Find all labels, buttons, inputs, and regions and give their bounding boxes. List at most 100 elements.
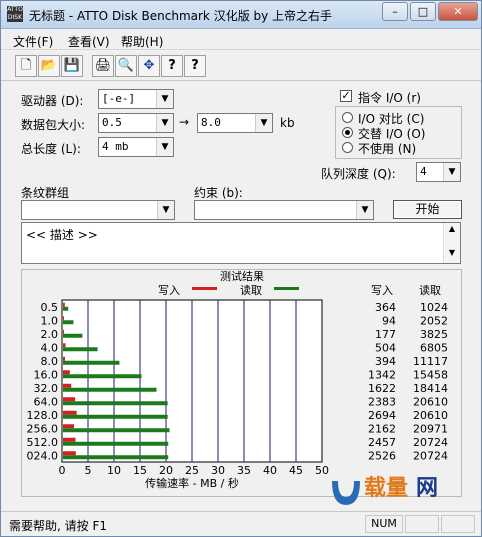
- y-tick-label: 32.0: [34, 382, 59, 395]
- x-tick-label: 50: [315, 464, 329, 477]
- drive-label: 驱动器 (D):: [21, 94, 84, 108]
- move-icon[interactable]: ✥: [138, 55, 160, 77]
- chevron-down-icon[interactable]: ▼: [157, 201, 174, 219]
- y-tick-label: 512.0: [27, 436, 59, 449]
- write-bar: [63, 437, 76, 442]
- total-length-label: 总长度 (L):: [21, 142, 81, 156]
- read-bar: [63, 455, 169, 460]
- y-tick-label: 64.0: [34, 395, 59, 408]
- write-value: 2457: [368, 436, 396, 449]
- write-value: 177: [375, 328, 396, 341]
- minimize-button[interactable]: –: [382, 2, 408, 21]
- print-preview-icon[interactable]: 🔍: [115, 55, 137, 77]
- read-bar: [63, 320, 74, 325]
- x-axis-label: 传输速率 - MB / 秒: [145, 476, 239, 490]
- chevron-down-icon[interactable]: ▼: [156, 138, 173, 156]
- y-tick-label: 16.0: [34, 368, 59, 381]
- print-icon[interactable]: 🖨: [92, 55, 114, 77]
- new-file-icon[interactable]: 🗋: [15, 55, 37, 77]
- menu-file[interactable]: 文件(F): [13, 33, 53, 50]
- read-value: 20610: [413, 409, 448, 422]
- write-bar: [63, 370, 70, 375]
- transfer-to-value: 8.0: [201, 116, 221, 129]
- chevron-down-icon[interactable]: ▼: [356, 201, 373, 219]
- drive-select[interactable]: [-e-] ▼: [98, 89, 174, 109]
- start-button[interactable]: 开始: [393, 200, 462, 219]
- y-tick-label: 1.0: [41, 314, 59, 327]
- constraint-select[interactable]: ▼: [194, 200, 374, 220]
- chevron-down-icon[interactable]: ▼: [443, 163, 460, 181]
- stripe-group-select[interactable]: ▼: [21, 200, 175, 220]
- y-tick-label: 256.0: [27, 422, 59, 435]
- read-bar: [63, 333, 83, 338]
- write-value: 2694: [368, 409, 396, 422]
- y-tick-label: 0.5: [41, 301, 59, 314]
- help-question-icon[interactable]: ?: [161, 55, 183, 77]
- chevron-down-icon[interactable]: ▼: [156, 114, 173, 132]
- x-tick-label: 35: [237, 464, 251, 477]
- read-bar: [63, 347, 98, 352]
- write-bar: [63, 410, 77, 415]
- write-bar: [63, 383, 72, 388]
- x-tick-label: 45: [289, 464, 303, 477]
- menu-bar: 文件(F) 查看(V) 帮助(H): [1, 30, 481, 50]
- write-bar: [63, 316, 64, 321]
- read-bar: [63, 401, 168, 406]
- x-tick-label: 30: [211, 464, 225, 477]
- x-tick-label: 40: [263, 464, 277, 477]
- read-value: 20724: [413, 436, 448, 449]
- io-overlap-radio[interactable]: [342, 127, 353, 138]
- queue-depth-value: 4: [420, 165, 427, 178]
- transfer-from-select[interactable]: 0.5 ▼: [98, 113, 174, 133]
- queue-depth-select[interactable]: 4 ▼: [416, 162, 461, 182]
- close-button[interactable]: ✕: [438, 2, 478, 21]
- x-tick-label: 15: [133, 464, 147, 477]
- total-length-select[interactable]: 4 mb ▼: [98, 137, 174, 157]
- results-panel: 测试结果 写入 读取 写入 读取 0 5 10 15 20 25 30 35 40 45 50 传输速率 - M…: [21, 269, 462, 497]
- menu-view[interactable]: 查看(V): [68, 33, 110, 50]
- table-header-read: 读取: [419, 283, 441, 297]
- description-scrollbar[interactable]: ▲ ▼: [443, 223, 460, 263]
- open-folder-icon[interactable]: 📂: [38, 55, 60, 77]
- chevron-down-icon[interactable]: ▼: [156, 90, 173, 108]
- direct-io-label: 指令 I/O (r): [358, 91, 421, 105]
- queue-depth-label: 队列深度 (Q):: [321, 167, 396, 181]
- read-bar: [63, 428, 170, 433]
- status-cell: [405, 515, 439, 533]
- toolbar: 🗋 📂 💾 🖨 🔍 ✥ ? ?: [1, 51, 481, 81]
- transfer-size-label: 数据包大小:: [21, 118, 86, 132]
- chevron-down-icon[interactable]: ▼: [255, 114, 272, 132]
- io-none-label: 不使用 (N): [358, 142, 417, 156]
- read-bar: [63, 441, 169, 446]
- window-title: 无标题 - ATTO Disk Benchmark 汉化版 by 上帝之右手: [29, 9, 333, 23]
- legend-read-swatch: [274, 287, 299, 290]
- scroll-down-icon[interactable]: ▼: [444, 248, 460, 262]
- chart-title: 测试结果: [220, 270, 264, 283]
- write-bar: [63, 329, 64, 334]
- write-value: 94: [382, 314, 396, 327]
- context-help-icon[interactable]: ?: [184, 55, 206, 77]
- write-value: 394: [375, 355, 396, 368]
- title-bar[interactable]: ATTO DISK 无标题 - ATTO Disk Benchmark 汉化版 b…: [1, 1, 481, 29]
- y-tick-label: 024.0: [27, 449, 59, 462]
- legend-write-label: 写入: [158, 284, 180, 297]
- io-compare-radio[interactable]: [342, 112, 353, 123]
- transfer-to-select[interactable]: 8.0 ▼: [197, 113, 273, 133]
- app-window: ATTO DISK 无标题 - ATTO Disk Benchmark 汉化版 b…: [0, 0, 482, 537]
- description-textarea[interactable]: << 描述 >> ▲ ▼: [21, 222, 461, 264]
- transfer-unit-label: kb: [280, 116, 295, 130]
- read-bar: [63, 414, 168, 419]
- write-bar: [63, 424, 74, 429]
- save-disk-icon[interactable]: 💾: [61, 55, 83, 77]
- read-value: 18414: [413, 382, 448, 395]
- read-value: 20610: [413, 395, 448, 408]
- io-none-radio[interactable]: [342, 142, 353, 153]
- write-bar: [63, 356, 66, 361]
- menu-help[interactable]: 帮助(H): [121, 33, 163, 50]
- description-text: << 描述 >>: [26, 228, 98, 242]
- scroll-up-icon[interactable]: ▲: [444, 224, 460, 238]
- direct-io-checkbox[interactable]: ✓: [340, 90, 352, 102]
- write-value: 2526: [368, 449, 396, 462]
- write-value: 504: [375, 341, 396, 354]
- maximize-button[interactable]: □: [410, 2, 436, 21]
